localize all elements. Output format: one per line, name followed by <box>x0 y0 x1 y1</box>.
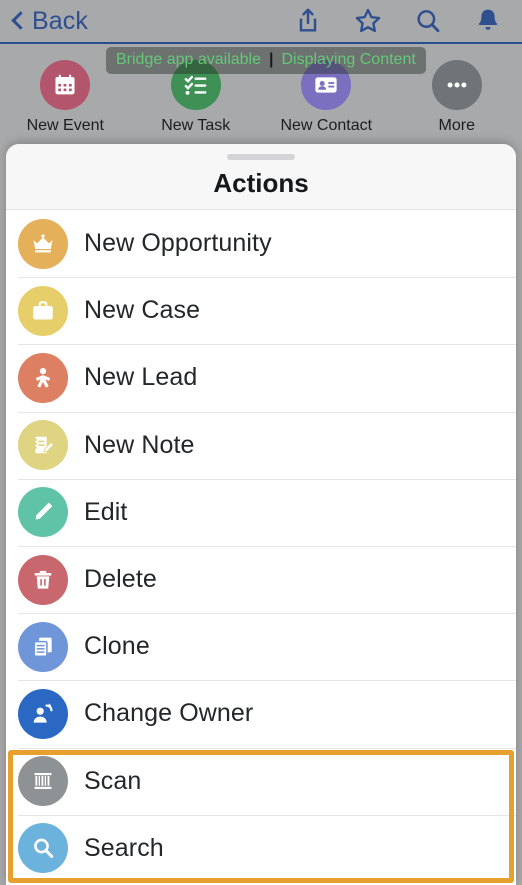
action-label: Search <box>84 833 164 862</box>
quick-action-label: New Event <box>26 117 104 134</box>
actions-list: New Opportunity New Case New Lead New No… <box>6 210 516 882</box>
change-owner-icon <box>18 688 68 739</box>
action-row-delete[interactable]: Delete <box>6 545 516 614</box>
sheet-title: Actions <box>213 168 309 198</box>
action-label: New Case <box>84 296 201 325</box>
lead-person-icon <box>18 352 68 403</box>
screen-root: Back New Event New Task New Contact More… <box>0 0 522 885</box>
bridge-toast: Bridge app available | Displaying Conten… <box>106 47 426 74</box>
crown-icon <box>18 218 68 269</box>
action-row-new-note[interactable]: New Note <box>6 411 516 479</box>
pencil-icon <box>18 487 68 538</box>
action-row-search[interactable]: Search <box>6 814 516 882</box>
action-label: New Note <box>84 430 195 459</box>
barcode-icon <box>18 756 68 807</box>
quick-action-label: New Contact <box>280 117 373 134</box>
action-row-clone[interactable]: Clone <box>6 613 516 681</box>
action-row-scan[interactable]: Scan <box>6 747 516 815</box>
action-row-edit[interactable]: Edit <box>6 478 516 546</box>
toast-separator: | <box>269 51 274 68</box>
action-label: Change Owner <box>84 699 254 728</box>
action-label: New Lead <box>84 363 198 392</box>
back-button[interactable]: Back <box>11 6 88 36</box>
toast-secondary-text: Displaying Content <box>281 51 416 68</box>
magnifier-icon <box>18 823 68 874</box>
star-icon[interactable] <box>354 7 382 35</box>
action-label: New Opportunity <box>84 229 272 258</box>
note-pencil-icon <box>18 420 68 471</box>
action-label: Clone <box>84 632 150 661</box>
quick-action-label: More <box>438 117 475 134</box>
ellipsis-icon <box>431 60 482 110</box>
navbar-icon-group <box>294 7 508 35</box>
trash-icon <box>18 554 68 605</box>
share-icon[interactable] <box>294 7 322 35</box>
drag-handle[interactable] <box>227 154 295 160</box>
calendar-icon <box>40 60 91 110</box>
chevron-left-icon <box>11 10 30 30</box>
action-label: Scan <box>84 766 142 795</box>
action-row-change-owner[interactable]: Change Owner <box>6 680 516 748</box>
back-button-label: Back <box>32 6 88 35</box>
action-label: Edit <box>84 497 128 526</box>
action-row-new-opportunity[interactable]: New Opportunity <box>6 210 516 278</box>
bell-icon[interactable] <box>474 7 502 35</box>
action-row-new-lead[interactable]: New Lead <box>6 344 516 412</box>
search-icon[interactable] <box>414 7 442 35</box>
quick-action-label: New Task <box>161 117 231 134</box>
sheet-header: Actions <box>6 144 516 210</box>
navigation-bar: Back <box>0 0 522 44</box>
actions-sheet: Actions New Opportunity New Case New Lea… <box>6 144 516 885</box>
briefcase-icon <box>18 285 68 336</box>
action-label: Delete <box>84 565 157 594</box>
action-row-new-case[interactable]: New Case <box>6 277 516 345</box>
toast-primary-text: Bridge app available <box>116 51 261 68</box>
copy-icon <box>18 621 68 672</box>
